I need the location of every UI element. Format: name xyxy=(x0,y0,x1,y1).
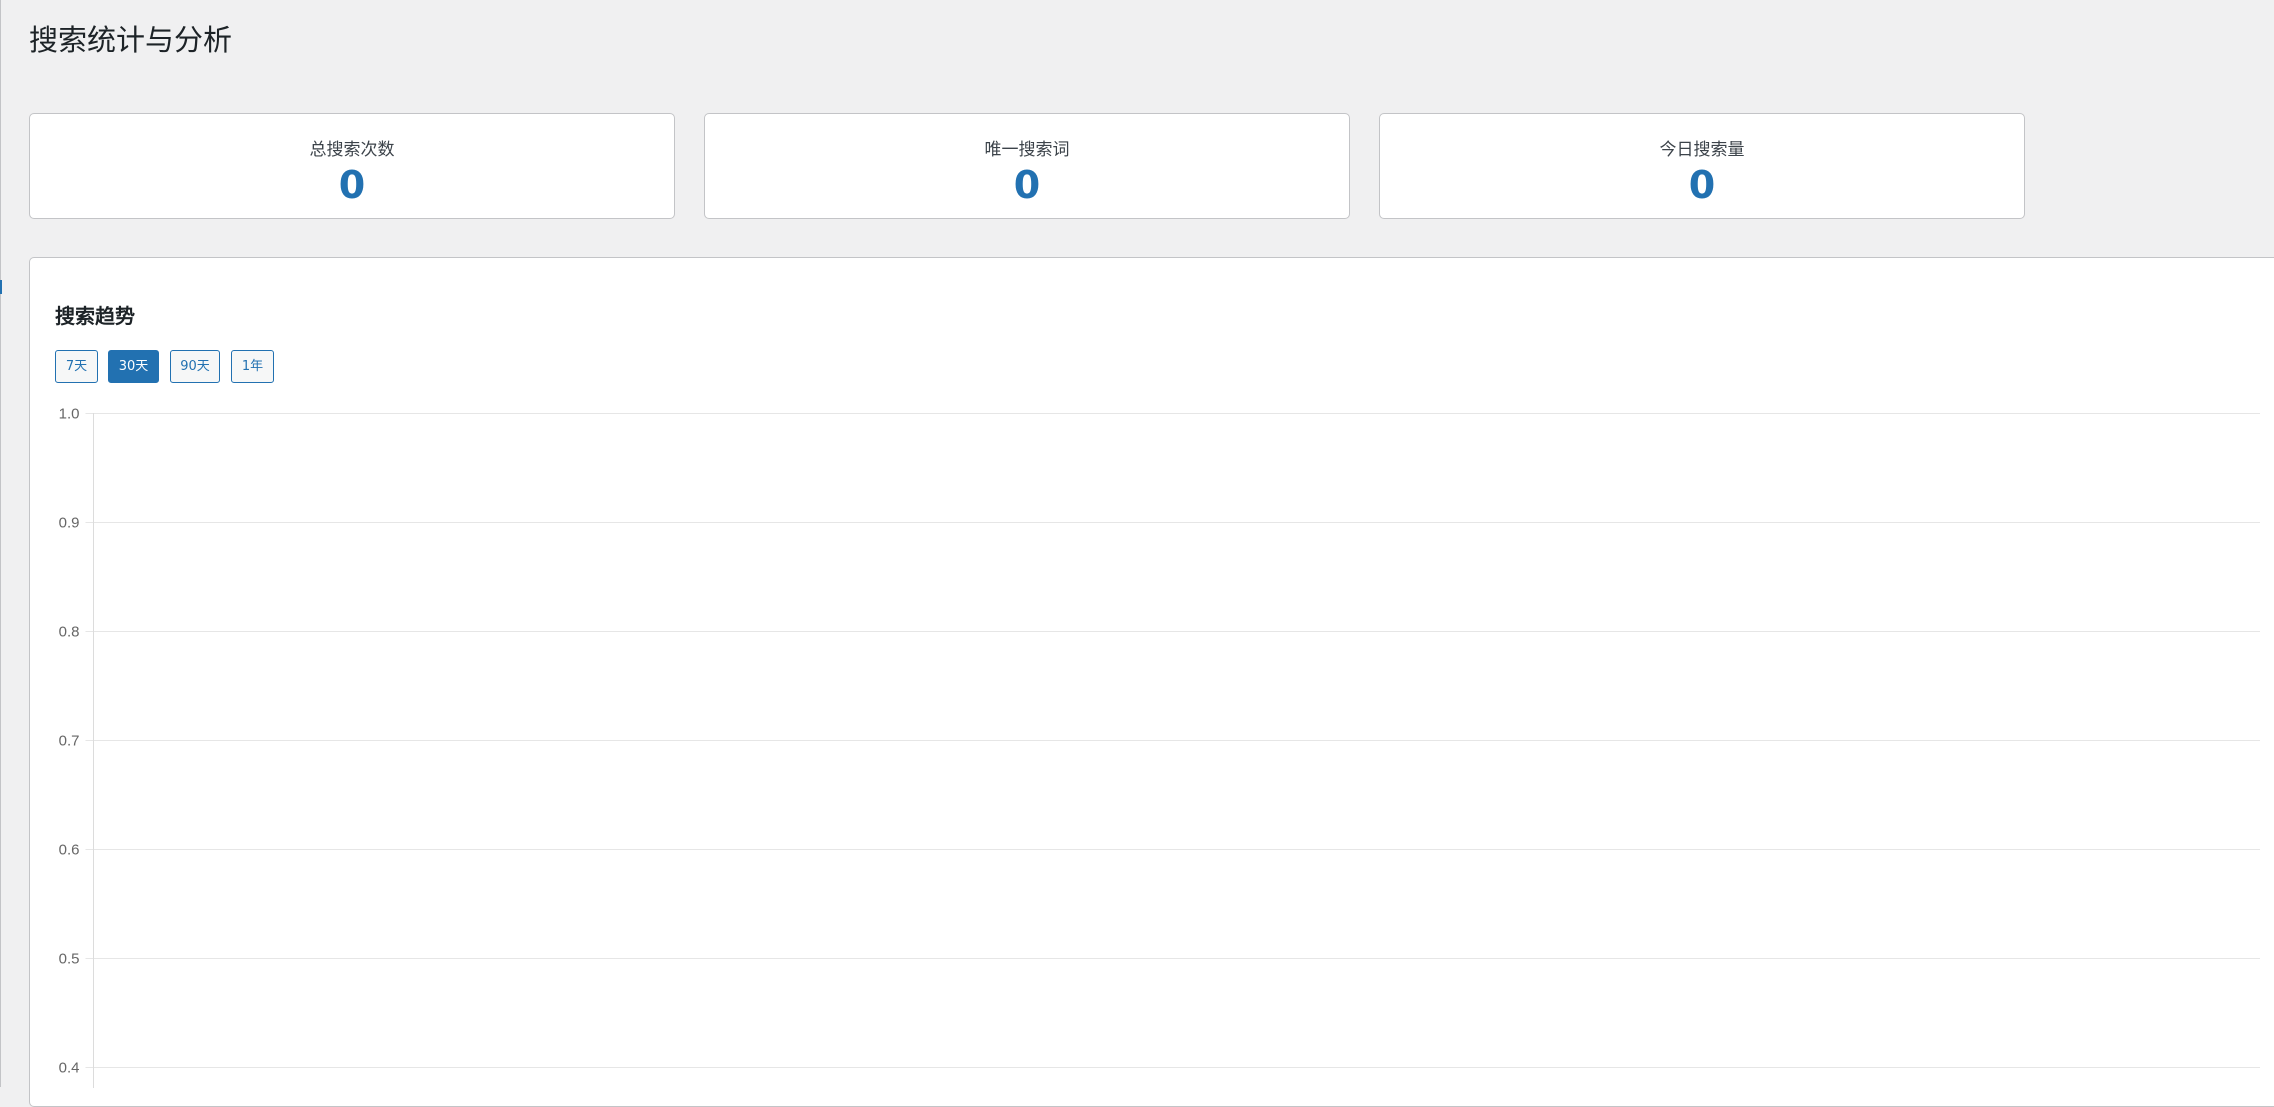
chart-y-tick-label: 0.8 xyxy=(59,624,80,641)
chart-y-tick-labels: 1.0 0.9 0.8 0.7 0.6 0.5 0.4 xyxy=(59,406,80,1077)
chart-gridlines xyxy=(85,413,2260,1068)
stat-label: 唯一搜索词 xyxy=(984,140,1070,160)
stat-label: 总搜索次数 xyxy=(309,140,395,160)
stat-value: 0 xyxy=(1688,163,1716,207)
chart-y-tick-label: 1.0 xyxy=(59,406,80,423)
chart-y-tick-label: 0.5 xyxy=(59,951,80,968)
search-trend-chart: 1.0 0.9 0.8 0.7 0.6 0.5 0.4 xyxy=(59,406,2260,1088)
search-trend-panel: 搜索趋势 7天 30天 90天 1年 1.0 0.9 0.8 0.7 0.6 0.5 0.4 xyxy=(29,257,2274,1107)
chart-y-tick-label: 0.7 xyxy=(59,733,80,750)
admin-sidebar-edge xyxy=(0,0,1,1087)
admin-sidebar-active-indicator xyxy=(0,280,2,294)
stat-value: 0 xyxy=(338,163,366,207)
stat-card-total-searches: 总搜索次数 0 xyxy=(29,113,675,219)
page-title: 搜索统计与分析 xyxy=(29,23,233,57)
stat-value: 0 xyxy=(1013,163,1041,207)
stat-label: 今日搜索量 xyxy=(1659,140,1745,160)
chart-y-tick-label: 0.9 xyxy=(59,515,80,532)
chart-y-tick-label: 0.4 xyxy=(59,1060,80,1077)
stat-card-unique-terms: 唯一搜索词 0 xyxy=(704,113,1350,219)
chart-y-tick-label: 0.6 xyxy=(59,842,80,859)
stat-card-today-searches: 今日搜索量 0 xyxy=(1379,113,2025,219)
